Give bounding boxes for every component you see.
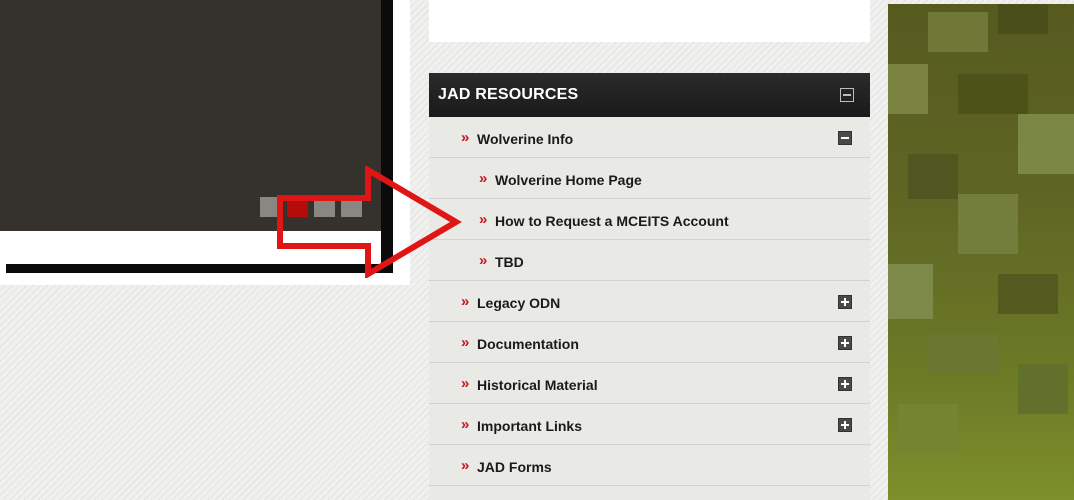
chevron-icon: » (461, 293, 470, 310)
collapse-icon[interactable] (838, 131, 852, 145)
chevron-icon: » (479, 252, 488, 269)
menu-item-label: Wolverine Info (477, 131, 574, 147)
chevron-icon: » (479, 211, 488, 228)
menu-item-label: Important Links (477, 418, 583, 434)
menu-item-legacy-odn[interactable]: » Legacy ODN (429, 281, 870, 322)
submenu-item-mceits-account[interactable]: » How to Request a MCEITS Account (429, 199, 870, 240)
menu-item-label: Documentation (477, 336, 579, 352)
expand-icon[interactable] (838, 377, 852, 391)
menu-item-label: TBD (495, 254, 524, 270)
submenu-item-wolverine-home-page[interactable]: » Wolverine Home Page (429, 158, 870, 199)
menu-item-documentation[interactable]: » Documentation (429, 322, 870, 363)
chevron-icon: » (461, 457, 470, 474)
menu-item-jad-forms[interactable]: » JAD Forms (429, 445, 870, 486)
menu-item-important-links[interactable]: » Important Links (429, 404, 870, 445)
red-arrow-annotation (277, 166, 462, 278)
submenu-item-tbd[interactable]: » TBD (429, 240, 870, 281)
chevron-icon: » (461, 129, 470, 146)
menu-item-label: Wolverine Home Page (495, 172, 642, 188)
menu-item-wolverine-info[interactable]: » Wolverine Info (429, 117, 870, 158)
chevron-icon: » (479, 170, 488, 187)
chevron-icon: » (461, 334, 470, 351)
jad-resources-menu: JAD RESOURCES » Wolverine Info » Wolveri… (429, 73, 870, 500)
collapse-icon[interactable] (840, 88, 854, 102)
menu-header[interactable]: JAD RESOURCES (429, 73, 870, 117)
menu-item-label: How to Request a MCEITS Account (495, 213, 729, 229)
content-panel (429, 0, 870, 42)
menu-item-historical-material[interactable]: » Historical Material (429, 363, 870, 404)
menu-title: JAD RESOURCES (438, 86, 579, 103)
chevron-icon: » (461, 375, 470, 392)
expand-icon[interactable] (838, 418, 852, 432)
chevron-icon: » (461, 416, 470, 433)
menu-item-label: Historical Material (477, 377, 598, 393)
camo-background (888, 4, 1074, 500)
expand-icon[interactable] (838, 336, 852, 350)
menu-item-label: Legacy ODN (477, 295, 561, 311)
menu-item-label: JAD Forms (477, 459, 552, 475)
expand-icon[interactable] (838, 295, 852, 309)
